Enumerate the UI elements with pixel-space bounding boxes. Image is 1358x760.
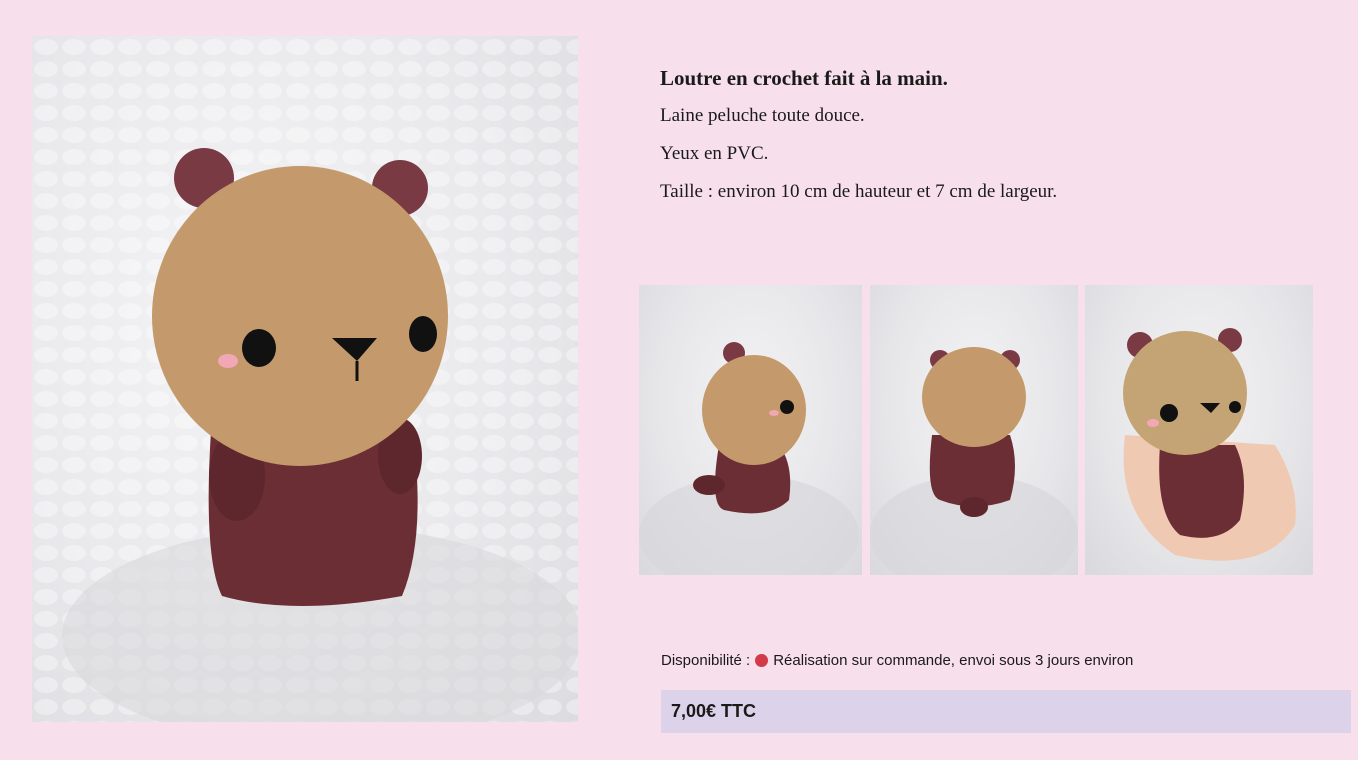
- product-description: Loutre en crochet fait à la main. Laine …: [660, 66, 1320, 219]
- description-line-size: Taille : environ 10 cm de hauteur et 7 c…: [660, 181, 1058, 202]
- availability-status-dot-icon: [755, 654, 769, 667]
- main-product-photo: [32, 36, 578, 722]
- description-title: Loutre en crochet fait à la main.: [660, 66, 948, 90]
- thumbnail-in-hand[interactable]: [1085, 285, 1313, 575]
- availability-text: Réalisation sur commande, envoi sous 3 j…: [773, 652, 1134, 669]
- thumbnail-side-view[interactable]: [639, 285, 862, 575]
- price-box: 7,00€ TTC: [661, 690, 1351, 733]
- availability-info: Disponibilité : Réalisation sur commande…: [661, 652, 1133, 669]
- description-line-eyes: Yeux en PVC.: [660, 143, 769, 164]
- price-label: 7,00€ TTC: [671, 701, 757, 721]
- availability-label: Disponibilité :: [661, 652, 751, 669]
- description-line-fabric: Laine peluche toute douce.: [660, 105, 865, 126]
- thumbnail-back-view[interactable]: [870, 285, 1078, 575]
